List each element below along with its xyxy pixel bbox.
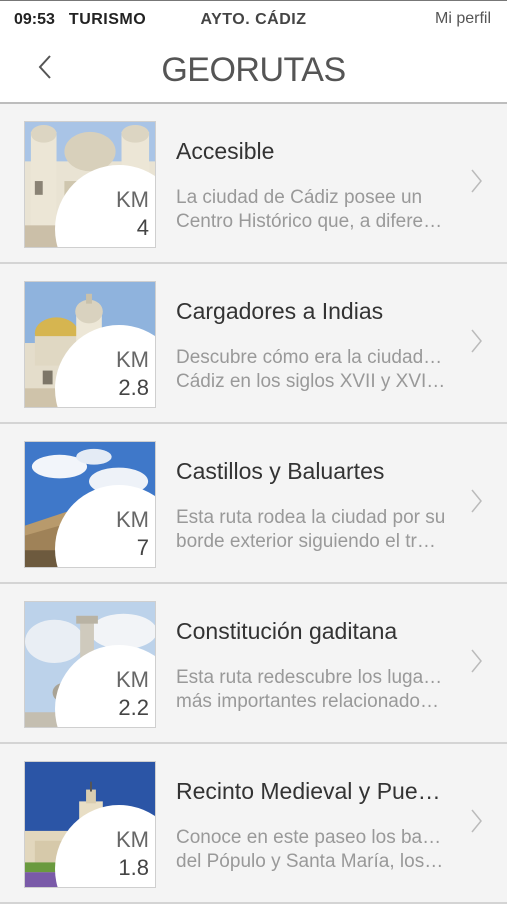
route-description-line: Centro Histórico que, a diferen… (176, 211, 446, 232)
routes-list: KM 4 Accesible La ciudad de Cádiz posee … (0, 104, 507, 904)
chevron-right-icon (471, 329, 482, 353)
route-title: Castillos y Baluartes (176, 458, 385, 484)
route-thumbnail: KM 7 (24, 441, 156, 568)
route-description-line: del Pópulo y Santa María, los… (176, 851, 444, 872)
route-description: Esta ruta redescubre los lugares más imp… (176, 666, 446, 714)
route-thumbnail: KM 1.8 (24, 761, 156, 888)
route-title: Cargadores a Indias (176, 298, 384, 324)
chevron-right-icon (471, 809, 482, 833)
route-row-recinto-medieval[interactable]: KM 1.8 Recinto Medieval y Puert… Conoce … (0, 744, 507, 904)
chevron-right-icon (471, 489, 482, 513)
km-unit-label: KM (116, 507, 149, 532)
route-description: Esta ruta rodea la ciudad por su borde e… (176, 506, 446, 554)
route-description-line: Esta ruta rodea la ciudad por su (176, 507, 446, 528)
page-header: GEORUTAS (0, 38, 507, 102)
km-value: 2.8 (118, 375, 149, 400)
status-section-label: TURISMO (68, 10, 147, 28)
km-value: 4 (136, 215, 149, 240)
km-value: 2.2 (118, 695, 149, 720)
status-bar: 09:53 TURISMO AYTO. CÁDIZ Mi perfil (0, 0, 507, 38)
route-description: Conoce en este paseo los barrios del Póp… (176, 826, 446, 874)
route-description: Descubre cómo era la ciudad de Cádiz en … (176, 346, 446, 394)
route-row-castillos-y-baluartes[interactable]: KM 7 Castillos y Baluartes Esta ruta rod… (0, 424, 507, 584)
route-title: Accesible (176, 138, 275, 164)
route-description-line: Esta ruta redescubre los lugares (176, 667, 446, 688)
km-value: 1.8 (118, 855, 149, 880)
km-value: 7 (136, 535, 149, 560)
km-unit-label: KM (116, 827, 149, 852)
km-unit-label: KM (116, 667, 149, 692)
route-description-line: Conoce en este paseo los barrios (176, 827, 446, 848)
status-time: 09:53 (14, 10, 55, 28)
route-description-line: La ciudad de Cádiz posee un (176, 187, 423, 208)
chevron-right-icon (471, 649, 482, 673)
route-description-line: más importantes relacionados… (176, 691, 446, 712)
route-row-constitucion-gaditana[interactable]: KM 2.2 Constitución gaditana Esta ruta r… (0, 584, 507, 744)
route-title: Constitución gaditana (176, 618, 398, 644)
km-unit-label: KM (116, 187, 149, 212)
route-row-accesible[interactable]: KM 4 Accesible La ciudad de Cádiz posee … (0, 104, 507, 264)
route-description-line: Cádiz en los siglos XVII y XVIII… (176, 371, 446, 392)
my-profile-link[interactable]: Mi perfil (435, 10, 491, 28)
page-title: GEORUTAS (161, 50, 346, 89)
km-unit-label: KM (116, 347, 149, 372)
route-thumbnail: KM 2.2 (24, 601, 156, 728)
chevron-left-icon (38, 55, 51, 79)
route-description-line: Descubre cómo era la ciudad de (176, 347, 446, 368)
route-title: Recinto Medieval y Puert… (176, 778, 446, 804)
route-description-line: borde exterior siguiendo el tra… (176, 531, 446, 552)
back-button[interactable] (28, 50, 62, 84)
route-thumbnail: KM 4 (24, 121, 156, 248)
route-thumbnail: KM 2.8 (24, 281, 156, 408)
route-description: La ciudad de Cádiz posee un Centro Histó… (176, 186, 446, 234)
route-row-cargadores-a-indias[interactable]: KM 2.8 Cargadores a Indias Descubre cómo… (0, 264, 507, 424)
chevron-right-icon (471, 169, 482, 193)
